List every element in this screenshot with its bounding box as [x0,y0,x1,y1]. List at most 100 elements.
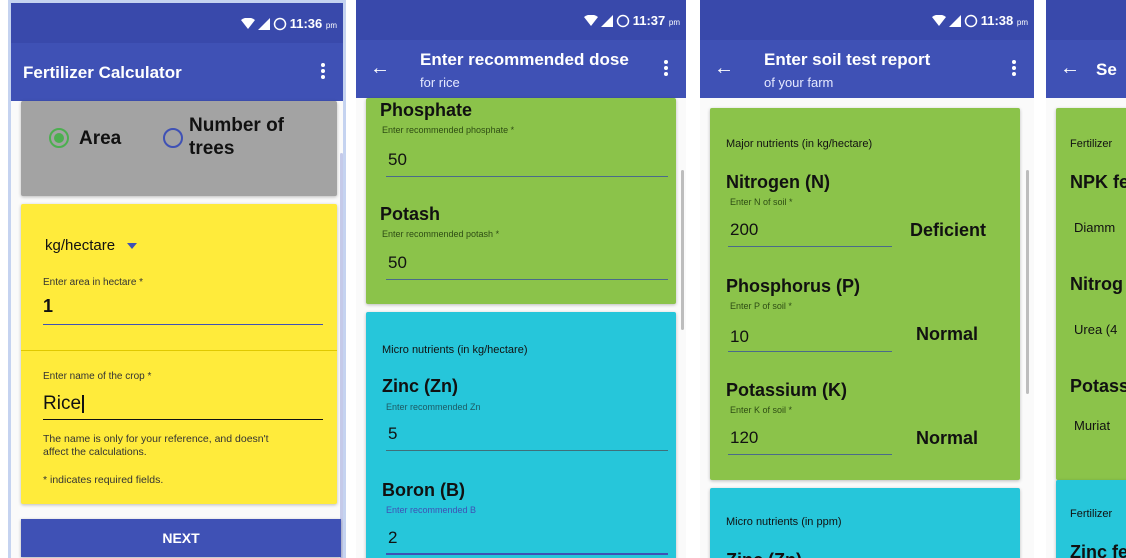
status-bar: 11:36 pm [11,3,343,43]
page-subtitle: for rice [420,75,460,90]
muriate-item: Muriat [1074,418,1111,433]
radio-area[interactable] [49,128,69,148]
divider [21,350,337,351]
area-input-underline [43,324,323,325]
app-bar: ← Se [1046,40,1126,98]
app-bar: Fertilizer Calculator [11,43,343,101]
zinc-fertilizer-heading: Zinc fe [1070,542,1126,558]
app-bar: ← Enter soil test report of your farm [700,40,1034,98]
zinc-input-label: Enter recommended Zn [386,402,481,412]
radio-number-of-trees[interactable] [163,128,183,148]
area-input-label: Enter area in hectare * [43,277,144,288]
nitrogen-input[interactable]: 200 [730,220,758,240]
farm-details-card: kg/hectare Enter area in hectare * 1 Ent… [21,204,337,504]
potash-input-label: Enter recommended potash * [382,229,500,239]
crop-note-line2: affect the calculations. [43,446,147,458]
screen-soil-test-report: 11:38 pm ← Enter soil test report of you… [700,0,1034,558]
phosphate-heading: Phosphate [380,100,473,120]
potassium-input[interactable]: 120 [730,428,758,448]
potassium-underline [728,454,892,455]
zinc-heading: Zinc (Zn) [382,376,458,396]
npk-fertilizer-card: Fertilizer NPK fe Diamm Nitrog Urea (4 P… [1056,108,1126,480]
app-bar: ← Enter recommended dose for rice [356,40,686,98]
overflow-menu-icon[interactable] [664,60,668,76]
boron-input-label: Enter recommended B [386,505,477,515]
status-time: 11:36 pm [289,16,337,31]
scrollbar[interactable] [681,170,684,330]
overflow-menu-icon[interactable] [1012,60,1016,76]
battery-icon [616,14,629,27]
radio-trees-label-line1: Number of [189,115,284,136]
signal-icon [257,17,270,30]
crop-note-line1: The name is only for your reference, and… [43,433,269,445]
scrollbar[interactable] [340,153,343,558]
phosphate-underline [386,176,668,177]
screen-fertilizer-calculator: 11:36 pm Fertilizer Calculator Area Numb… [8,0,346,558]
diammonium-item: Diamm [1074,220,1116,235]
boron-heading: Boron (B) [382,480,465,500]
unit-select[interactable]: kg/hectare [45,237,138,254]
crop-input[interactable]: Rice [43,393,84,415]
micro-nutrients-heading: Micro nutrients (in kg/hectare) [382,344,528,356]
battery-icon [273,17,286,30]
overflow-menu-icon[interactable] [321,63,325,79]
nitrogen-status: Deficient [910,220,987,240]
status-time: 11:37 pm [632,13,680,28]
nitrogen-fertilizer-heading: Nitrog [1070,274,1123,294]
phosphorus-underline [728,351,892,352]
page-subtitle: of your farm [764,75,834,90]
back-arrow-icon[interactable]: ← [1060,58,1080,78]
back-arrow-icon[interactable]: ← [714,58,734,78]
required-note: * indicates required fields. [43,474,164,486]
area-input[interactable]: 1 [43,296,53,317]
battery-icon [964,14,977,27]
radio-trees-label-line2: trees [189,138,235,159]
potassium-status: Normal [916,428,979,448]
zinc-input[interactable]: 5 [388,424,397,444]
potash-input[interactable]: 50 [388,253,407,273]
fertilizer-heading: Fertilizer [1070,138,1113,150]
measure-type-card: Area Number of trees [21,101,337,196]
boron-input[interactable]: 2 [388,528,397,548]
potash-fertilizer-heading: Potass [1070,376,1126,396]
potassium-heading: Potassium (K) [726,380,848,400]
phosphate-input-label: Enter recommended phosphate * [382,125,515,135]
nitrogen-underline [728,246,892,247]
potassium-input-label: Enter K of soil * [730,405,793,415]
micro-nutrients-heading: Micro nutrients (in ppm) [726,516,842,528]
phosphorus-input[interactable]: 10 [730,327,749,347]
wifi-icon [240,18,255,29]
zinc-fertilizer-card: Fertilizer Zinc fe [1056,480,1126,558]
phosphorus-status: Normal [916,324,979,344]
next-button[interactable]: NEXT [21,519,341,557]
zinc-underline [386,450,668,451]
signal-icon [600,14,613,27]
screen-fertilizer-results: ← Se Fertilizer NPK fe Diamm Nitrog Urea… [1046,0,1126,558]
fertilizer-heading: Fertilizer [1070,508,1113,520]
phosphorus-heading: Phosphorus (P) [726,276,860,296]
wifi-icon [931,15,946,26]
phosphate-input[interactable]: 50 [388,150,407,170]
page-title: Enter recommended dose [420,50,629,69]
boron-underline [386,553,668,555]
nitrogen-heading: Nitrogen (N) [726,172,830,192]
phosphorus-input-label: Enter P of soil * [730,301,792,311]
radio-area-label: Area [79,128,122,149]
npk-heading: NPK fe [1070,172,1126,192]
status-bar: 11:38 pm [700,0,1034,40]
back-arrow-icon[interactable]: ← [370,58,390,78]
page-title: Fertilizer Calculator [23,63,182,82]
major-nutrients-card: Phosphate Enter recommended phosphate * … [366,98,676,304]
status-bar: 11:37 pm [356,0,686,40]
micro-nutrients-card: Micro nutrients (in kg/hectare) Zinc (Zn… [366,312,676,558]
crop-input-underline [43,419,323,420]
scrollbar[interactable] [1026,170,1029,394]
major-nutrients-card: Major nutrients (in kg/hectare) Nitrogen… [710,108,1020,480]
potash-underline [386,279,668,280]
screen-recommended-dose: 11:37 pm ← Enter recommended dose for ri… [356,0,686,558]
nitrogen-input-label: Enter N of soil * [730,197,793,207]
page-title: Enter soil test report [764,50,931,69]
wifi-icon [583,15,598,26]
status-time: 11:38 pm [980,13,1028,28]
signal-icon [948,14,961,27]
